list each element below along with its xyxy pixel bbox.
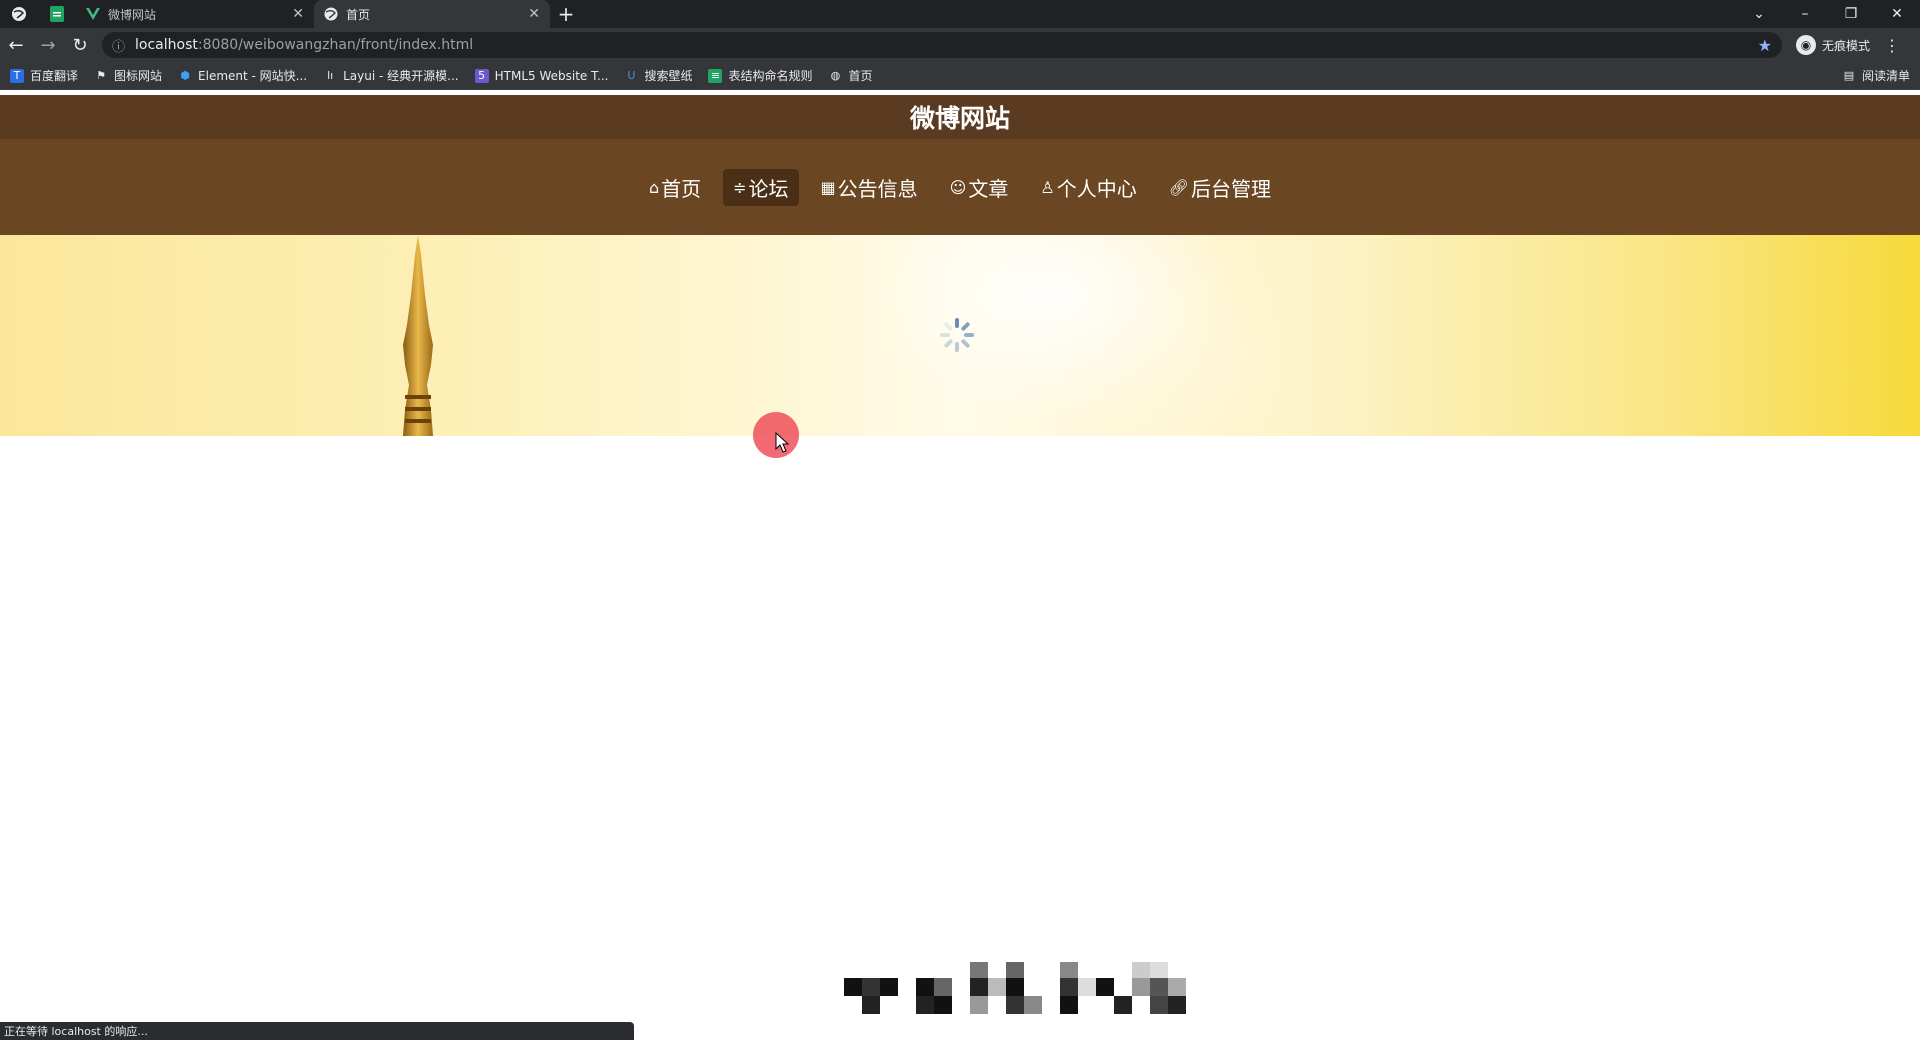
bookmark-label: Element - 网站快... <box>198 69 308 83</box>
incognito-profile[interactable]: ◉ 无痕模式 <box>1796 35 1870 55</box>
hero-banner <box>0 235 1920 436</box>
nav-item-notice[interactable]: ▦ 公告信息 <box>811 169 928 206</box>
bookmark-item[interactable]: lı Layui - 经典开源模... <box>323 67 459 84</box>
nav-label: 论坛 <box>748 176 789 201</box>
bookmark-item[interactable]: ◍ 首页 <box>828 67 873 84</box>
element-icon: ⬢ <box>180 69 190 82</box>
home-icon: ⌂ <box>648 177 660 197</box>
reading-list-label: 阅读清单 <box>1861 69 1910 83</box>
bookmark-label: 图标网站 <box>114 69 163 83</box>
forum-icon: ≑ <box>733 177 747 197</box>
url-host: localhost <box>135 37 198 53</box>
bookmark-label: 搜索壁纸 <box>644 69 693 83</box>
bookmark-item[interactable]: T 百度翻译 <box>10 67 78 84</box>
address-bar[interactable]: ⓘ localhost:8080/weibowangzhan/front/ind… <box>102 32 1782 58</box>
new-tab-button[interactable]: + <box>550 0 582 28</box>
close-window-button[interactable]: ✕ <box>1874 0 1920 28</box>
bookmark-item[interactable]: 5 HTML5 Website T... <box>474 68 609 83</box>
info-icon[interactable]: ⓘ <box>112 36 125 55</box>
translate-icon: T <box>10 68 24 83</box>
reading-list[interactable]: ▤ 阅读清单 <box>1842 67 1910 84</box>
nav-item-admin[interactable]: 🔗︎ 后台管理 <box>1159 169 1281 206</box>
site-title-bar: 微博网站 <box>0 95 1920 139</box>
bookmark-item[interactable]: ≡ 表结构命名规则 <box>708 67 812 84</box>
globe-icon <box>12 7 26 21</box>
nav-label: 文章 <box>968 176 1009 201</box>
bookmark-item[interactable]: U 搜索壁纸 <box>624 67 692 84</box>
nav-label: 首页 <box>661 176 702 201</box>
link-icon: 🔗︎ <box>1168 177 1190 197</box>
reload-button[interactable]: ↻ <box>64 28 96 62</box>
article-icon: ☺ <box>949 177 967 197</box>
browser-status-bar: 正在等待 localhost 的响应... <box>0 1022 634 1040</box>
minimize-button[interactable]: – <box>1782 0 1828 28</box>
nav-item-article[interactable]: ☺ 文章 <box>940 169 1019 206</box>
restore-button[interactable]: ❐ <box>1828 0 1874 28</box>
mouse-cursor-icon <box>775 432 789 453</box>
profile-label: 无痕模式 <box>1822 38 1871 53</box>
flag-icon: ⚑ <box>96 69 106 82</box>
wallpaper-icon: U <box>627 69 636 82</box>
layui-icon: lı <box>327 69 334 82</box>
nav-item-forum[interactable]: ≑ 论坛 <box>723 168 799 206</box>
status-text: 正在等待 localhost 的响应... <box>4 1025 148 1038</box>
browser-tabstrip: 微博网站 ✕ 首页 ✕ + ⌄ – ❐ ✕ <box>0 0 1920 28</box>
bookmark-label: 首页 <box>848 69 873 83</box>
site-title: 微博网站 <box>909 104 1010 133</box>
close-icon[interactable]: ✕ <box>528 6 540 22</box>
sheet-icon <box>50 6 64 22</box>
loading-spinner <box>940 318 974 352</box>
close-icon[interactable]: ✕ <box>292 6 304 22</box>
site-nav: ⌂ 首页 ≑ 论坛 ▦ 公告信息 ☺ 文章 ♙ 个人中心 🔗︎ 后台管理 <box>0 139 1920 235</box>
tab-home[interactable]: 首页 ✕ <box>314 0 550 28</box>
user-icon: ♙ <box>1040 177 1055 197</box>
bookmark-label: 百度翻译 <box>30 69 79 83</box>
bookmark-star-icon[interactable]: ★ <box>1758 36 1772 55</box>
bookmark-item[interactable]: ⬢ Element - 网站快... <box>178 67 307 84</box>
globe-icon <box>324 7 338 21</box>
window-controls: ⌄ – ❐ ✕ <box>1736 0 1920 28</box>
url-path: :8080/weibowangzhan/front/index.html <box>197 37 474 53</box>
browser-toolbar: ← → ↻ ⓘ localhost:8080/weibowangzhan/fro… <box>0 28 1920 62</box>
back-button[interactable]: ← <box>0 28 32 62</box>
nav-item-profile[interactable]: ♙ 个人中心 <box>1030 169 1146 206</box>
sheet-icon: ≡ <box>708 68 723 83</box>
tab-title: 首页 <box>346 7 371 22</box>
reading-list-icon: ▤ <box>1843 69 1855 82</box>
bookmark-item[interactable]: ⚑ 图标网站 <box>94 67 162 84</box>
tab-weibo[interactable]: 微博网站 ✕ <box>76 0 314 28</box>
nav-item-home[interactable]: ⌂ 首页 <box>639 169 711 206</box>
nav-label: 个人中心 <box>1056 176 1137 201</box>
globe-icon: ◍ <box>830 69 841 82</box>
bookmarks-bar: T 百度翻译 ⚑ 图标网站 ⬢ Element - 网站快... lı Layui - … <box>0 62 1920 90</box>
golden-spire-image <box>403 235 433 436</box>
tab-search-icon[interactable]: ⌄ <box>1736 0 1782 28</box>
nav-label: 公告信息 <box>837 176 918 201</box>
tab-pinned-sheet[interactable] <box>38 0 76 28</box>
html5-icon: 5 <box>474 68 489 83</box>
pixelated-watermark-image <box>844 962 1186 1014</box>
notice-icon: ▦ <box>820 177 836 197</box>
menu-icon[interactable]: ⋮ <box>1884 36 1900 55</box>
tab-title: 微博网站 <box>108 7 157 22</box>
nav-label: 后台管理 <box>1191 176 1272 201</box>
forward-button[interactable]: → <box>32 28 64 62</box>
bookmark-label: 表结构命名规则 <box>728 69 813 83</box>
bookmark-label: Layui - 经典开源模... <box>343 69 459 83</box>
vue-icon <box>86 8 100 20</box>
tab-pinned-globe[interactable] <box>0 0 38 28</box>
bookmark-label: HTML5 Website T... <box>494 68 609 83</box>
incognito-icon: ◉ <box>1796 35 1816 55</box>
